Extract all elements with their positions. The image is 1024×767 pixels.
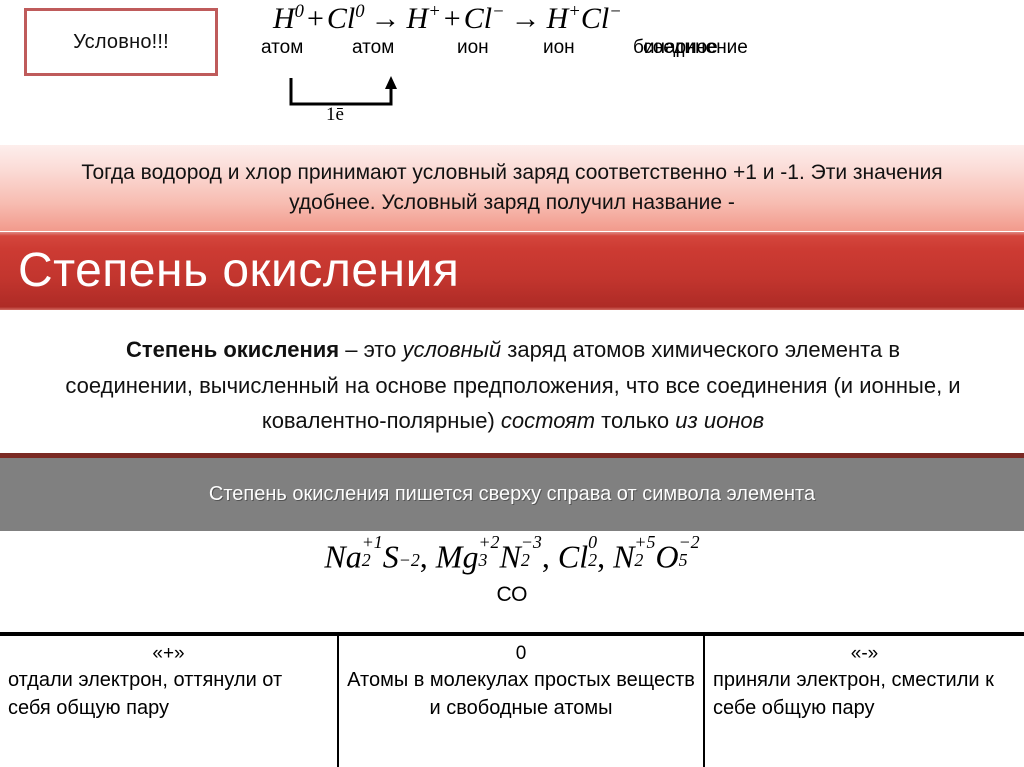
definition-italic-2: состоят: [500, 408, 596, 434]
label-atom-chlorine: атом: [352, 37, 395, 58]
label-atom-hydrogen: атом: [261, 37, 304, 58]
table-cell-zero: Атомы в молекулах простых веществ и своб…: [347, 668, 695, 720]
table-column-positive: «+» отдали электрон, оттянули от себя об…: [0, 636, 337, 767]
gray-note-band: Степень окисления пишется сверху справа …: [0, 453, 1024, 531]
label-ion-hydrogen: ион: [457, 37, 489, 58]
formula-cl-subscript: 2: [588, 550, 598, 571]
formula-n2-superscript: +5: [634, 532, 656, 553]
product-cl: Cl: [580, 2, 610, 35]
uslovno-label: Условно!!!: [73, 30, 169, 53]
table-column-zero: 0 Атомы в молекулах простых веществ и св…: [337, 636, 705, 767]
term-h-plus-superscript: +: [428, 1, 441, 22]
formula-examples: Na +1 2 S −2, Mg +2 3 N −3 2, Cl 0 2, N +5 2 O −2 5 СО: [0, 533, 1024, 607]
electron-transfer-arrow-icon: [289, 76, 397, 106]
pink-statement-band: Тогда водород и хлор принимают условный …: [0, 145, 1024, 231]
formula-o-subscript: 5: [678, 550, 688, 571]
formula-na-indices: +1 2: [362, 533, 383, 570]
uslovno-callout-box: Условно!!!: [24, 8, 218, 76]
term-h0: H: [273, 2, 295, 35]
table-header-positive: «+»: [152, 643, 185, 664]
gray-note-text: Степень окисления пишется сверху справа …: [208, 483, 816, 505]
operator-plus-2: +: [443, 2, 461, 35]
formula-cl-indices: 02: [588, 533, 597, 570]
formula-comma-2: ,: [541, 538, 550, 575]
term-cl0: Cl: [326, 2, 356, 35]
formula-n1-subscript: 2: [520, 550, 530, 571]
formula-n2-indices: +5 2: [634, 533, 655, 570]
formula-mg-subscript: 3: [478, 550, 488, 571]
formula-s-superscript: −2: [398, 550, 420, 571]
formula-element-na: Na: [324, 538, 362, 575]
equation-labels: атом атом ион ион бинарное соединение: [255, 37, 895, 63]
pink-statement-text: Тогда водород и хлор принимают условный …: [81, 160, 943, 214]
oxidation-state-table: «+» отдали электрон, оттянули от себя об…: [0, 632, 1024, 767]
operator-plus-1: +: [306, 2, 324, 35]
formula-element-n2: N: [613, 538, 635, 575]
formula-n1-superscript: −3: [520, 532, 542, 553]
table-column-negative: «-» приняли электрон, сместили к себе об…: [705, 636, 1024, 767]
definition-italic-1: условный: [402, 337, 502, 362]
formula-element-o: O: [655, 538, 679, 575]
product-h-superscript: +: [568, 1, 581, 22]
term-h-plus: H: [406, 2, 429, 35]
formula-o-indices: −2 5: [679, 533, 700, 570]
definition-paragraph: Степень окисления – это условный заряд а…: [62, 332, 964, 439]
formula-n1-indices: −3 2: [521, 533, 542, 570]
formula-mg-superscript: +2: [478, 532, 500, 553]
formula-n2-subscript: 2: [634, 550, 644, 571]
table-cell-negative: приняли электрон, сместили к себе общую …: [713, 668, 994, 720]
formula-mg-indices: +2 3: [478, 533, 499, 570]
term-cl0-superscript: 0: [355, 1, 365, 22]
definition-term: Степень окисления: [125, 337, 340, 362]
term-cl-minus: Cl: [463, 2, 493, 35]
product-cl-superscript: −: [609, 1, 622, 22]
table-header-negative: «-»: [850, 643, 879, 664]
formula-caption: СО: [496, 583, 528, 607]
electron-count-label: 1ē: [326, 104, 344, 125]
label-binary-compound-line2: соединение: [643, 37, 748, 58]
term-h0-superscript: 0: [294, 1, 304, 22]
term-cl-minus-superscript: −: [492, 1, 505, 22]
arrow-2-icon: →: [510, 2, 541, 35]
definition-block: Степень окисления – это условный заряд а…: [0, 318, 1024, 439]
formula-comma-3: ,: [597, 538, 606, 575]
formula-s-indices: −2: [398, 550, 420, 571]
equation-area: Условно!!! H0 + Cl0 → H+ + Cl− → H+Cl− атом атом…: [0, 0, 1024, 145]
arrow-1-icon: →: [370, 2, 401, 35]
reaction-equation: H0 + Cl0 → H+ + Cl− → H+Cl− атом атом ион ион би…: [255, 1, 895, 63]
definition-segment-3: только: [595, 408, 676, 434]
definition-italic-3: из ионов: [675, 408, 765, 434]
formula-element-n1: N: [499, 538, 521, 575]
formula-element-s: S: [382, 538, 399, 575]
formula-element-cl: Cl: [557, 538, 589, 575]
formula-na-subscript: 2: [361, 550, 371, 571]
slide: Условно!!! H0 + Cl0 → H+ + Cl− → H+Cl− атом атом…: [0, 0, 1024, 767]
table-cell-positive: отдали электрон, оттянули от себя общую …: [8, 668, 283, 720]
equation-line: H0 + Cl0 → H+ + Cl− → H+Cl−: [255, 1, 895, 35]
formula-na-superscript: +1: [361, 532, 383, 553]
formula-element-mg: Mg: [435, 538, 479, 575]
label-ion-chlorine: ион: [543, 37, 575, 58]
title-banner: Степень окисления: [0, 232, 1024, 310]
formula-row: Na +1 2 S −2, Mg +2 3 N −3 2, Cl 0 2, N +5 2 O −2 5: [0, 533, 1024, 575]
definition-segment-1: – это: [339, 337, 403, 362]
page-title: Степень окисления: [18, 244, 460, 297]
electron-transfer-arrow: 1ē: [288, 76, 438, 128]
formula-cl-superscript: 0: [588, 532, 598, 553]
formula-o-superscript: −2: [678, 532, 700, 553]
formula-comma-1: ,: [419, 538, 428, 575]
product-h: H: [546, 2, 569, 35]
table-header-zero: 0: [515, 643, 527, 664]
